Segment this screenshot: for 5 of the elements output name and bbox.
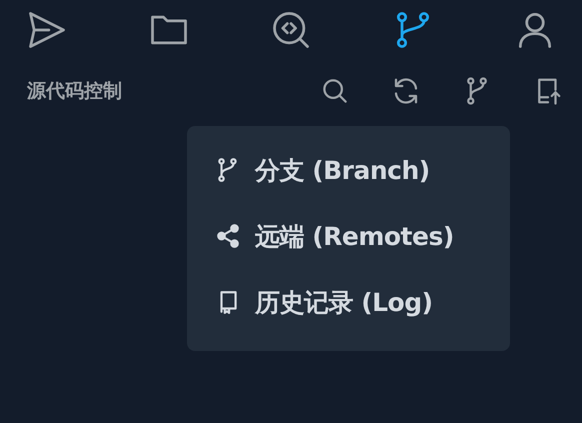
- menu-item[interactable]: 远端 (Remotes): [215, 203, 510, 269]
- menu-item[interactable]: 分支 (Branch): [215, 137, 510, 203]
- menu-item[interactable]: 历史记录 (Log): [215, 269, 510, 335]
- panel-title: 源代码控制: [27, 79, 122, 104]
- share-icon: [215, 223, 241, 249]
